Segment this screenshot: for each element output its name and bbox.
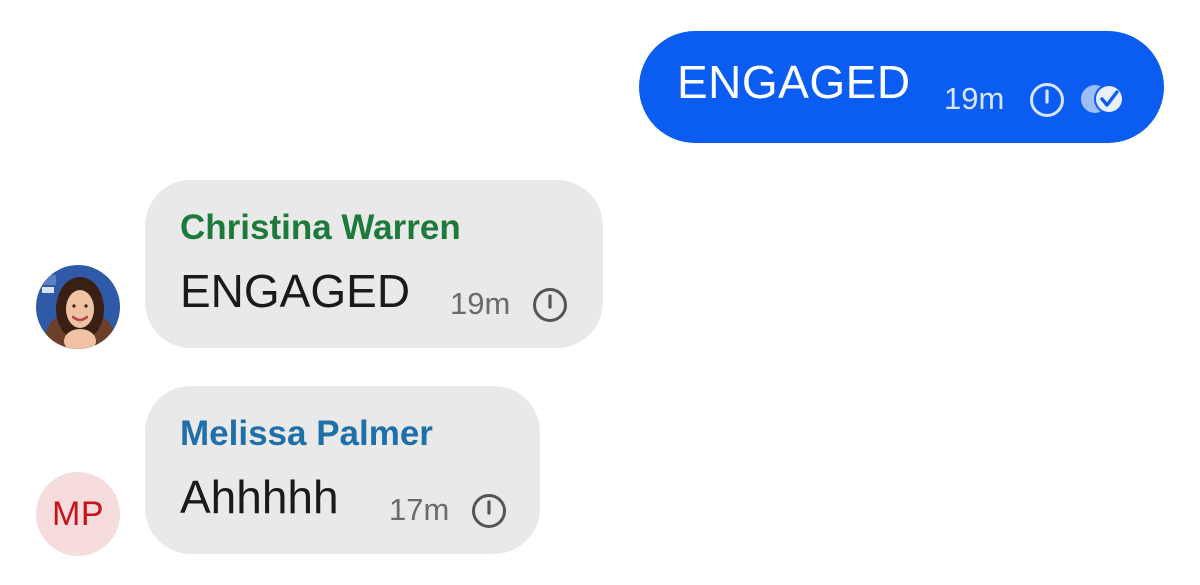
clock-icon [1028, 81, 1066, 124]
outgoing-message-bubble[interactable]: ENGAGED 19m [639, 31, 1164, 143]
message-text: ENGAGED [677, 56, 911, 108]
read-check-icon [1075, 79, 1131, 124]
clock-icon [470, 492, 508, 535]
message-text: Ahhhhh [180, 471, 339, 523]
message-timestamp: 19m [944, 81, 1005, 116]
message-timestamp: 19m [450, 286, 511, 321]
message-timestamp: 17m [389, 492, 450, 527]
avatar-christina-warren[interactable] [36, 265, 120, 349]
clock-icon [531, 286, 569, 329]
sender-name[interactable]: Melissa Palmer [180, 416, 433, 451]
incoming-message-bubble[interactable]: Melissa Palmer Ahhhhh 17m [145, 386, 540, 554]
avatar-melissa-palmer[interactable]: MP [36, 472, 120, 556]
sender-name[interactable]: Christina Warren [180, 210, 461, 245]
message-text: ENGAGED [180, 265, 411, 317]
incoming-message-bubble[interactable]: Christina Warren ENGAGED 19m [145, 180, 603, 348]
